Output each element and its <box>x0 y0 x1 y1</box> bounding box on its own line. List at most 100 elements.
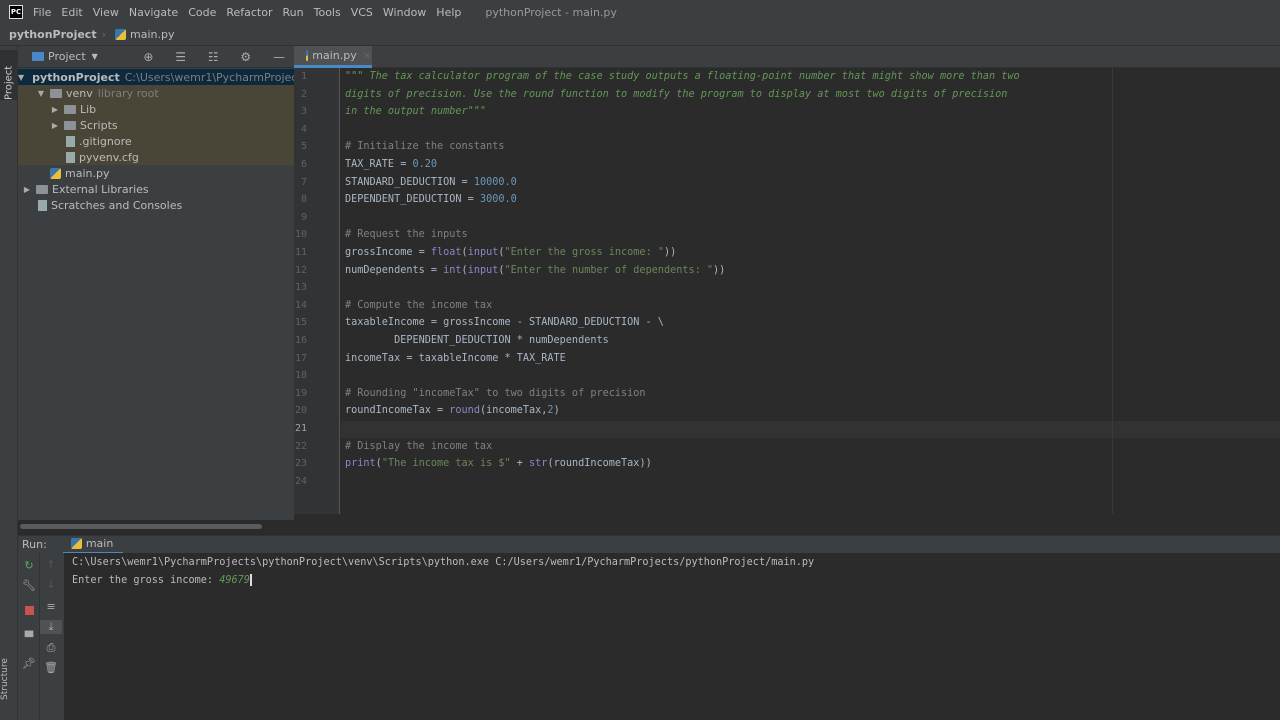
tree-item-label: main.py <box>65 166 110 180</box>
menu-help[interactable]: Help <box>436 6 461 19</box>
code-token: numDependents = <box>345 264 444 276</box>
breadcrumb-separator: › <box>101 28 106 41</box>
soft-wrap-icon[interactable]: ≡ <box>40 600 62 613</box>
console-output[interactable]: C:\Users\wemr1\PycharmProjects\pythonPro… <box>64 553 1280 720</box>
code-token: # Request the inputs <box>345 229 468 241</box>
code-line: # Request the inputs <box>345 226 468 243</box>
tree-item-label: Scripts <box>80 118 118 132</box>
project-tool-tab[interactable]: Project <box>0 50 18 100</box>
chevron-right-icon[interactable]: ▶ <box>22 185 32 194</box>
tree-item[interactable]: ▼ pythonProject C:\Users\wemr1\PycharmProj… <box>18 69 294 85</box>
structure-tool-tab[interactable]: Structure <box>0 650 18 700</box>
menu-window[interactable]: Window <box>383 6 426 19</box>
py-icon <box>50 167 61 179</box>
tree-item-label: pythonProject <box>32 70 120 84</box>
code-line: # Display the income tax <box>345 438 492 455</box>
code-token: in the output number""" <box>345 106 487 118</box>
project-view-icon <box>32 52 44 61</box>
tree-item[interactable]: Scratches and Consoles <box>18 197 294 213</box>
code-line: print("The income tax is $" + str(roundI… <box>345 455 652 472</box>
breadcrumb-file[interactable]: main.py <box>130 28 174 41</box>
menu-file[interactable]: File <box>33 6 51 19</box>
tree-item[interactable]: pyvenv.cfg <box>18 149 294 165</box>
tree-item[interactable]: ▶ External Libraries <box>18 181 294 197</box>
rerun-icon[interactable]: ↻ <box>18 559 40 572</box>
line-number: 20 <box>294 405 307 417</box>
menu-refactor[interactable]: Refactor <box>226 6 272 19</box>
code-token: print <box>345 458 376 470</box>
breadcrumb: pythonProject › main.py <box>0 24 1280 46</box>
panel-actions-icons[interactable]: ⊕ ☰ ☷ ⚙ — <box>143 50 294 64</box>
line-number: 12 <box>294 264 307 276</box>
chevron-down-icon[interactable]: ▼ <box>18 73 24 82</box>
line-number: 23 <box>294 458 307 470</box>
menu-navigate[interactable]: Navigate <box>129 6 178 19</box>
console-command: C:\Users\wemr1\PycharmProjects\pythonPro… <box>72 557 815 568</box>
code-token: # Initialize the constants <box>345 141 505 153</box>
menu-edit[interactable]: Edit <box>61 6 82 19</box>
code-token: DEPENDENT_DEDUCTION = <box>345 194 480 206</box>
code-token: int <box>443 264 462 276</box>
code-token: incomeTax = taxableIncome * TAX_RATE <box>345 352 566 364</box>
menu-view[interactable]: View <box>93 6 119 19</box>
code-line: STANDARD_DEDUCTION = 10000.0 <box>345 174 517 191</box>
chevron-down-icon[interactable]: ▼ <box>92 52 98 61</box>
print-icon[interactable]: ⎙ <box>40 641 62 655</box>
code-token: 10000.0 <box>473 176 517 188</box>
close-icon[interactable]: × <box>363 49 372 62</box>
code-token: (incomeTax, <box>479 405 548 417</box>
line-number: 13 <box>294 282 307 294</box>
code-token: "Enter the gross income: " <box>504 247 664 258</box>
tree-item[interactable]: ▶ Lib <box>18 101 294 117</box>
tree-item-label: Scratches and Consoles <box>51 198 183 212</box>
window-title: pythonProject - main.py <box>485 5 617 19</box>
horizontal-scrollbar[interactable] <box>20 524 262 529</box>
chevron-right-icon[interactable]: ▶ <box>50 105 60 114</box>
code-token: # Display the income tax <box>345 440 493 452</box>
code-token: 3000.0 <box>479 194 517 206</box>
menu-vcs[interactable]: VCS <box>351 6 373 19</box>
trash-icon[interactable]: 🗑︎ <box>40 661 62 674</box>
layout-icon[interactable]: ▀ <box>18 631 40 644</box>
python-file-icon <box>114 29 126 40</box>
project-view-selector[interactable]: Project <box>48 50 86 63</box>
tab-main-py[interactable]: main.py × <box>294 46 372 68</box>
pin-icon[interactable]: 📌︎ <box>18 657 40 670</box>
arrow-up-icon[interactable]: ↑ <box>40 558 62 571</box>
scroll-to-end-icon[interactable]: ⤓ <box>40 620 62 634</box>
breadcrumb-project[interactable]: pythonProject <box>9 28 97 41</box>
menu-tools[interactable]: Tools <box>314 6 341 19</box>
code-line: digits of precision. Use the round funct… <box>345 86 1007 103</box>
tree-item[interactable]: main.py <box>18 165 294 181</box>
chevron-right-icon[interactable]: ▶ <box>50 121 60 130</box>
tree-item-hint: library root <box>97 86 159 100</box>
line-number: 17 <box>294 352 307 364</box>
menu-code[interactable]: Code <box>188 6 216 19</box>
console-prompt: Enter the gross income: <box>72 575 220 586</box>
stop-icon[interactable] <box>18 605 40 618</box>
arrow-down-icon[interactable]: ↓ <box>40 578 62 591</box>
chevron-down-icon[interactable]: ▼ <box>36 89 46 98</box>
tree-item-label: venv <box>66 86 93 100</box>
code-editor[interactable]: """ The tax calculator program of the ca… <box>341 68 1113 514</box>
run-tab-label: main <box>85 537 114 550</box>
console-input[interactable]: 49679 <box>219 575 250 586</box>
wrench-icon[interactable]: 🔧︎ <box>18 579 40 592</box>
run-toolbar: ↻ 🔧︎ ▀ 📌︎ <box>18 553 40 720</box>
pycharm-logo: PC <box>9 5 23 19</box>
code-line: roundIncomeTax = round(incomeTax,2) <box>345 402 560 419</box>
folder-icon <box>64 120 76 130</box>
line-number: 22 <box>294 440 307 452</box>
code-line: incomeTax = taxableIncome * TAX_RATE <box>345 350 566 367</box>
code-line: TAX_RATE = 0.20 <box>345 156 437 173</box>
tree-item[interactable]: .gitignore <box>18 133 294 149</box>
menu-run[interactable]: Run <box>283 6 304 19</box>
code-line: grossIncome = float(input("Enter the gro… <box>345 244 676 261</box>
code-token: "The income tax is $" <box>381 458 511 470</box>
menu-bar: PC File Edit View Navigate Code Refactor Run To… <box>0 0 1280 24</box>
tree-item[interactable]: ▼ venv library root <box>18 85 294 101</box>
tree-item[interactable]: ▶ Scripts <box>18 117 294 133</box>
line-number: 11 <box>294 247 307 258</box>
code-token: )) <box>663 247 677 258</box>
run-tab-main[interactable]: main <box>62 536 124 554</box>
